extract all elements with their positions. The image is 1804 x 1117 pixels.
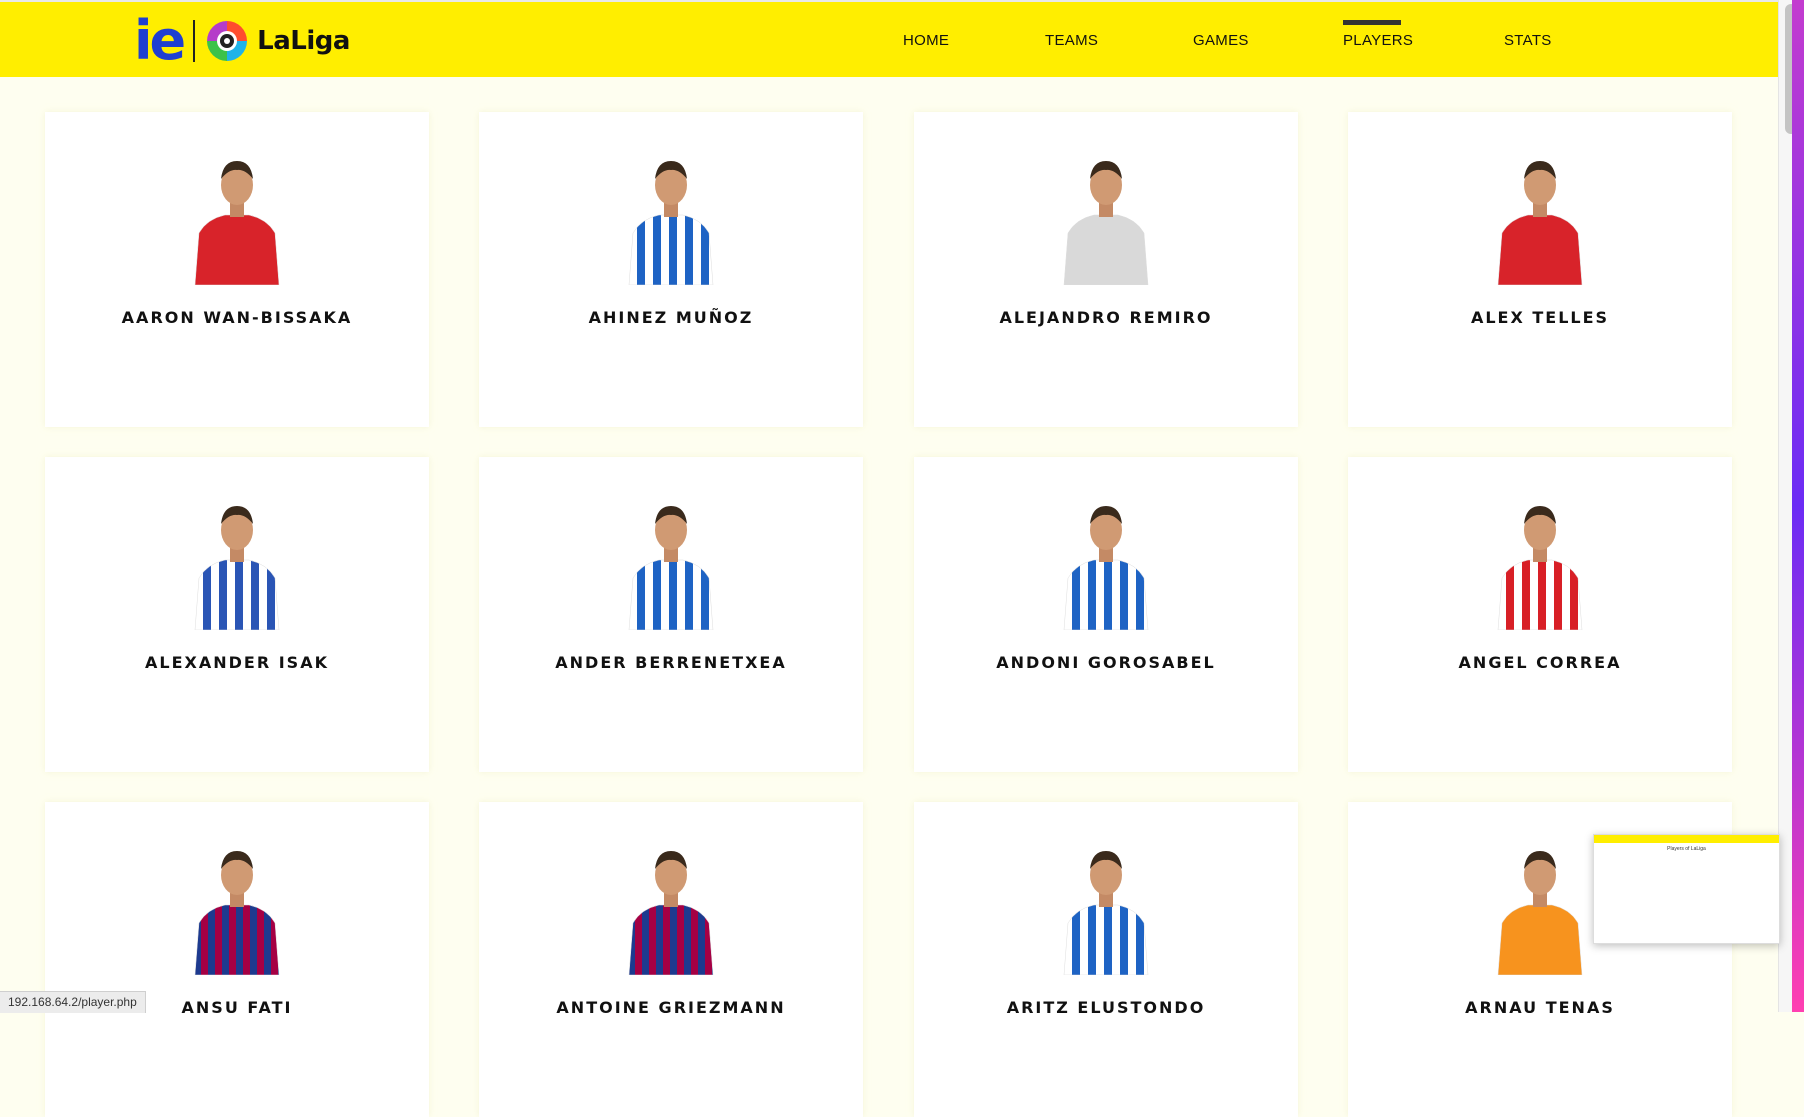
thumbnail-title: Players of LaLiga — [1667, 846, 1706, 852]
player-name[interactable]: ALEXANDER ISAK — [45, 653, 429, 672]
screenshot-thumbnail-preview[interactable]: Players of LaLiga — [1593, 834, 1780, 944]
player-card[interactable]: ALEXANDER ISAK — [45, 457, 429, 772]
player-name[interactable]: ANGEL CORREA — [1348, 653, 1732, 672]
player-card[interactable]: ARITZ ELUSTONDO — [914, 802, 1298, 1117]
top-navbar: ie LaLiga HOME TEAMS GAMES PLAYERS STATS — [0, 0, 1778, 77]
player-card[interactable]: ANGEL CORREA — [1348, 457, 1732, 772]
player-card[interactable]: ALEX TELLES — [1348, 112, 1732, 427]
player-name[interactable]: ARITZ ELUSTONDO — [914, 998, 1298, 1017]
thumbnail-header — [1594, 835, 1779, 843]
player-name[interactable]: ANTOINE GRIEZMANN — [479, 998, 863, 1017]
player-photo — [1063, 161, 1149, 285]
nav-games[interactable]: GAMES — [1193, 2, 1248, 77]
player-card[interactable]: ALEJANDRO REMIRO — [914, 112, 1298, 427]
player-card[interactable]: AARON WAN-BISSAKA — [45, 112, 429, 427]
player-name[interactable]: ANDER BERRENETXEA — [479, 653, 863, 672]
player-name[interactable]: ANDONI GOROSABEL — [914, 653, 1298, 672]
browser-status-bar: 192.168.64.2/player.php — [0, 991, 146, 1013]
nav-home[interactable]: HOME — [903, 2, 949, 77]
player-name[interactable]: ARNAU TENAS — [1348, 998, 1732, 1017]
player-name[interactable]: ALEJANDRO REMIRO — [914, 308, 1298, 327]
main-nav: HOME TEAMS GAMES PLAYERS STATS — [0, 2, 1778, 77]
desktop-edge — [1792, 0, 1804, 1012]
player-photo — [194, 506, 280, 630]
player-card[interactable]: ANTOINE GRIEZMANN — [479, 802, 863, 1117]
player-photo — [1497, 161, 1583, 285]
player-photo — [628, 851, 714, 975]
player-card[interactable]: ANSU FATI — [45, 802, 429, 1117]
player-name[interactable]: AHINEZ MUÑOZ — [479, 308, 863, 327]
player-photo — [1063, 506, 1149, 630]
player-photo — [1497, 506, 1583, 630]
player-card[interactable]: ANDER BERRENETXEA — [479, 457, 863, 772]
player-card[interactable]: ANDONI GOROSABEL — [914, 457, 1298, 772]
player-photo — [194, 161, 280, 285]
nav-players[interactable]: PLAYERS — [1343, 2, 1413, 77]
player-photo — [628, 161, 714, 285]
player-photo — [628, 506, 714, 630]
player-card[interactable]: AHINEZ MUÑOZ — [479, 112, 863, 427]
player-name[interactable]: AARON WAN-BISSAKA — [45, 308, 429, 327]
nav-teams[interactable]: TEAMS — [1045, 2, 1098, 77]
player-photo — [1497, 851, 1583, 975]
player-photo — [194, 851, 280, 975]
player-name[interactable]: ALEX TELLES — [1348, 308, 1732, 327]
player-photo — [1063, 851, 1149, 975]
nav-stats[interactable]: STATS — [1504, 2, 1551, 77]
